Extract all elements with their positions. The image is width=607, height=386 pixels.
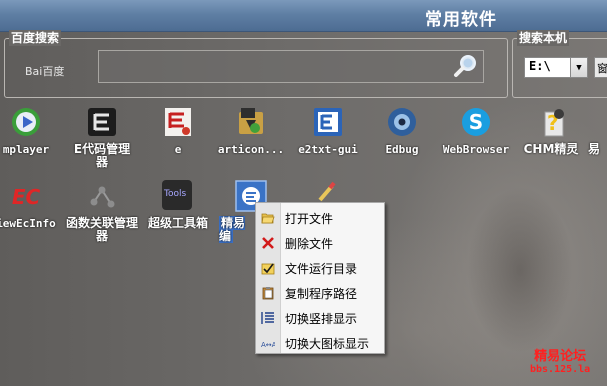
icon-label: E代码管理器 [73, 142, 131, 169]
menu-item-label: 切换竖排显示 [285, 312, 358, 326]
chevron-down-icon[interactable]: ▼ [570, 58, 587, 77]
title-bar: 常用软件 [0, 0, 607, 32]
window-button-label: 窗 [597, 62, 607, 75]
menu-item-label: 打开文件 [285, 212, 334, 226]
menu-item-open-file[interactable]: 打开文件 [256, 205, 384, 229]
skype-browser-icon: S [460, 106, 492, 138]
media-player-icon [10, 106, 42, 138]
baidu-logo: Bai百度 [25, 63, 64, 79]
menu-item-toggle-vertical[interactable]: 切换竖排显示 [256, 305, 384, 329]
svg-text:S: S [469, 110, 483, 134]
icon-label: e2txt-gui [298, 143, 358, 156]
menu-item-label: 文件运行目录 [285, 262, 358, 276]
articon-icon [235, 106, 267, 138]
forum-watermark: 精易论坛 bbs.125.la [530, 345, 590, 375]
drive-select-value: E:\ [529, 59, 551, 73]
selected-icon-label: 精易编 [219, 216, 246, 243]
menu-item-delete-file[interactable]: 删除文件 [256, 230, 384, 254]
icon-label: 函数关联管理器 [65, 216, 138, 243]
e2txt-icon [312, 106, 344, 138]
menu-item-label: 删除文件 [285, 237, 334, 251]
menu-item-copy-path[interactable]: 复制程序路径 [256, 280, 384, 304]
debug-icon [386, 106, 418, 138]
e-app-icon [162, 106, 194, 138]
icon-label: Edbug [385, 143, 419, 156]
icon-label: articon... [217, 143, 285, 156]
vertical-list-icon [261, 310, 275, 324]
window-button[interactable]: 窗 [594, 57, 607, 78]
icon-label: 精易编 [219, 216, 255, 243]
e-code-manager-icon [86, 106, 118, 138]
icon-label: 易 [587, 142, 600, 156]
svg-text:A↔A: A↔A [261, 341, 275, 349]
tools-icon-text: Tools [164, 189, 187, 199]
delete-x-icon [261, 235, 275, 249]
clipboard-icon [261, 285, 275, 300]
icon-label: WebBrowser [442, 143, 510, 156]
chm-wizard-icon: ? [535, 106, 567, 138]
search-icon[interactable] [452, 52, 480, 80]
tools-icon: Tools [162, 180, 192, 210]
checkbox-folder-icon [261, 260, 275, 275]
menu-item-label: 复制程序路径 [285, 287, 358, 301]
watermark-line-1: 精易论坛 [534, 349, 587, 364]
large-icon-view-icon: A↔A [261, 335, 277, 349]
watermark-line-2: bbs.125.la [530, 364, 591, 375]
baidu-logo-text: Bai百度 [25, 65, 65, 78]
menu-item-label: 切换大图标显示 [285, 337, 370, 351]
baidu-search-group-label: 百度搜索 [9, 30, 62, 46]
ec-info-icon: EC [10, 180, 42, 212]
function-relation-icon [86, 180, 118, 212]
icon-label: mplayer [2, 143, 50, 156]
drive-select[interactable]: E:\ ▼ [524, 57, 588, 78]
baidu-search-input[interactable] [98, 50, 484, 83]
svg-text:EC: EC [12, 185, 41, 209]
local-search-group-label: 搜索本机 [517, 30, 570, 46]
open-folder-icon [261, 210, 275, 224]
menu-item-toggle-large-icons[interactable]: A↔A 切换大图标显示 [256, 330, 384, 354]
window-title: 常用软件 [425, 10, 497, 30]
menu-item-file-run-dir[interactable]: 文件运行目录 [256, 255, 384, 279]
icon-label: iewEcInfo [0, 217, 56, 230]
icon-label: e [174, 143, 182, 156]
icon-label: 超级工具箱 [147, 216, 208, 230]
context-menu: 打开文件 删除文件 文件运行目录 复制程序路径 切换竖排显示 A↔A 切换大图标… [255, 202, 385, 354]
